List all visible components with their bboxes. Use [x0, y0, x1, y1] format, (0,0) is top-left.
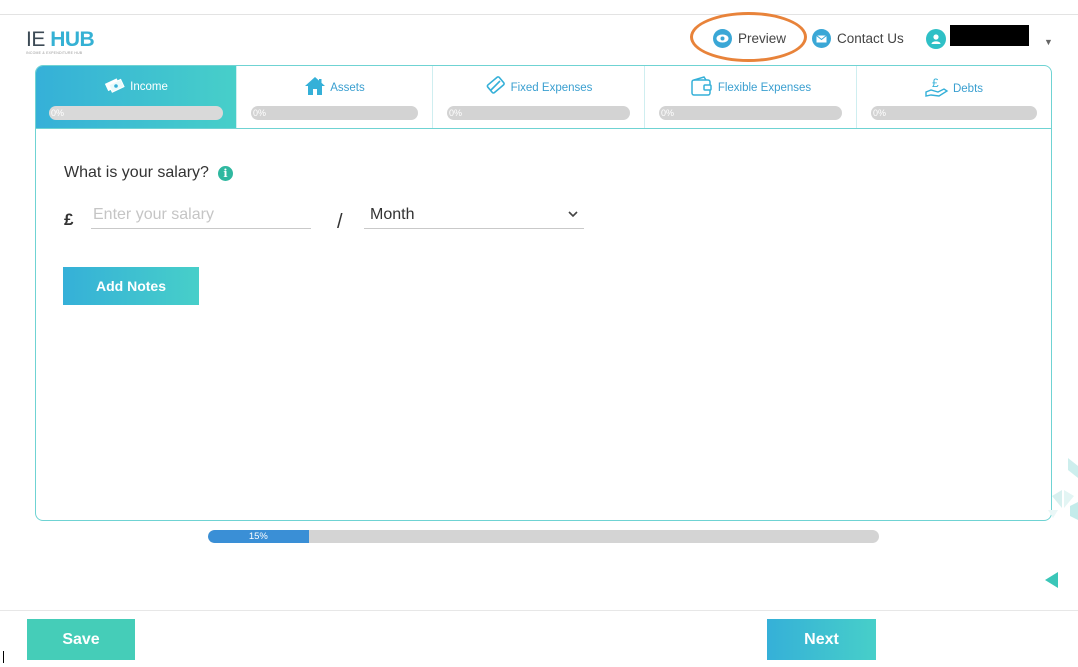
tab-label: Fixed Expenses — [510, 81, 593, 94]
currency-symbol: £ — [64, 210, 74, 229]
section-tabs: Income 0% Assets 0% Fixed Expenses 0% Fl… — [36, 66, 1051, 129]
chevron-down-icon[interactable]: ▼ — [1044, 37, 1053, 47]
side-decoration — [1018, 458, 1078, 528]
user-name-redacted[interactable] — [950, 25, 1029, 46]
top-divider — [0, 14, 1078, 15]
svg-text:£: £ — [932, 76, 939, 90]
tab-progress-text: 0% — [661, 108, 675, 118]
salary-question-text: What is your salary? — [64, 164, 209, 181]
tab-label: Income — [130, 80, 168, 93]
save-button[interactable]: Save — [27, 619, 135, 660]
tab-progress-bar: 0% — [659, 106, 842, 120]
preview-label: Preview — [738, 31, 787, 46]
add-notes-button[interactable]: Add Notes — [63, 267, 199, 305]
tab-progress-bar: 0% — [871, 106, 1037, 120]
period-selected-value: Month — [370, 206, 415, 223]
house-icon — [304, 76, 326, 99]
logo-ie: IE — [26, 28, 45, 51]
preview-link[interactable]: Preview — [713, 29, 786, 48]
tab-progress-text: 0% — [449, 108, 463, 118]
info-icon[interactable]: i — [217, 165, 233, 181]
income-icon — [104, 76, 126, 97]
salary-input[interactable] — [91, 202, 311, 229]
tab-label: Flexible Expenses — [717, 81, 812, 94]
next-button[interactable]: Next — [767, 619, 876, 660]
tab-assets[interactable]: Assets 0% — [237, 66, 433, 128]
footer-divider — [0, 610, 1078, 611]
chevron-down-icon — [568, 210, 578, 221]
tab-progress-text: 0% — [253, 108, 267, 118]
tab-progress-text: 0% — [51, 108, 65, 118]
tab-income[interactable]: Income 0% — [36, 66, 237, 128]
tab-progress-bar: 0% — [447, 106, 630, 120]
logo-hub: HUB — [50, 28, 95, 51]
app-logo[interactable]: IE HUB INCOME & EXPENDITURE HUB — [26, 28, 95, 56]
overall-progress-bar: 15% — [208, 530, 879, 543]
tab-label: Assets — [330, 81, 365, 94]
text-cursor — [3, 651, 4, 663]
form-card: Income 0% Assets 0% Fixed Expenses 0% Fl… — [35, 65, 1052, 521]
card-icon — [485, 76, 507, 99]
user-icon[interactable] — [926, 29, 946, 49]
per-separator: / — [337, 211, 343, 233]
contact-us-label: Contact Us — [837, 31, 904, 46]
tab-debts[interactable]: £ Debts 0% — [857, 66, 1051, 128]
tab-progress-bar: 0% — [251, 106, 418, 120]
tab-label: Debts — [952, 82, 984, 95]
envelope-icon — [812, 29, 831, 48]
pound-hand-icon: £ — [925, 76, 949, 101]
tab-progress-bar: 0% — [49, 106, 223, 120]
tab-progress-text: 0% — [873, 108, 887, 118]
contact-us-link[interactable]: Contact Us — [812, 29, 904, 48]
tab-fixed-expenses[interactable]: Fixed Expenses 0% — [433, 66, 645, 128]
overall-progress-text: 15% — [248, 531, 268, 542]
period-select[interactable]: Month — [364, 202, 584, 229]
tab-flexible-expenses[interactable]: Flexible Expenses 0% — [645, 66, 857, 128]
logo-subtitle: INCOME & EXPENDITURE HUB — [26, 51, 83, 55]
eye-icon — [713, 29, 732, 48]
salary-question: What is your salary? i — [64, 164, 233, 182]
collapse-arrow-icon[interactable] — [1045, 572, 1058, 588]
wallet-icon — [690, 76, 714, 99]
